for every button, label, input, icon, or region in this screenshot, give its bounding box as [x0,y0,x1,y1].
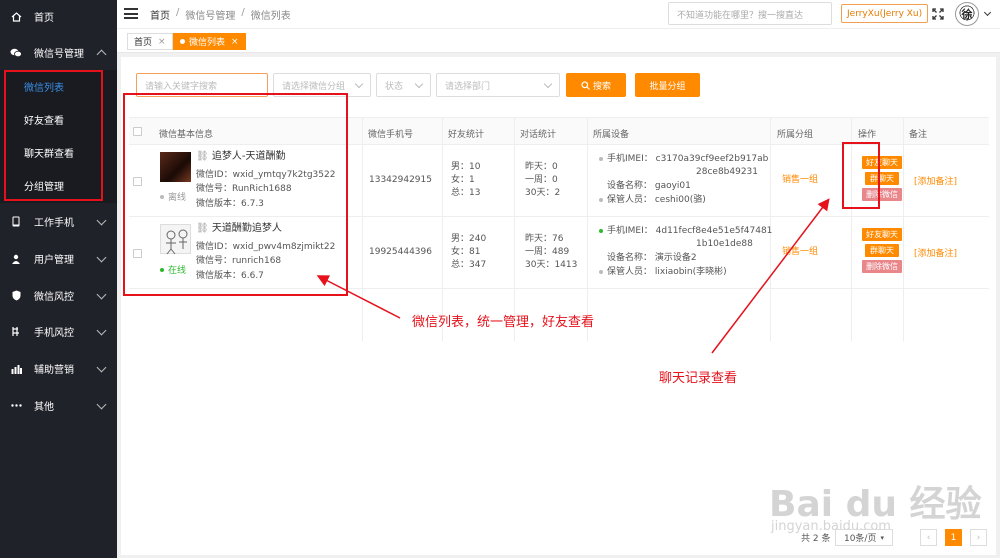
annotation-arrows [316,198,830,354]
annotation-text-left: 微信列表，统一管理，好友查看 [412,315,595,330]
annotation-text-right: 聊天记录查看 [659,371,738,386]
